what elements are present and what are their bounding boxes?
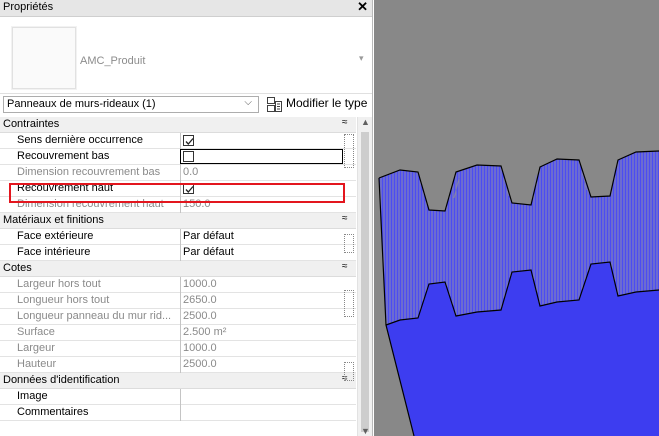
checkmark-icon (185, 138, 194, 145)
column-divider (180, 389, 181, 405)
property-row-face-interieure[interactable]: Face intérieure Par défaut (0, 245, 356, 261)
element-filter-value: Panneaux de murs-rideaux (1) (7, 98, 156, 110)
property-checkbox[interactable] (183, 151, 194, 162)
property-name: Dimension recouvrement bas (17, 166, 161, 178)
property-value[interactable]: Par défaut (183, 230, 234, 242)
resize-handle[interactable] (344, 362, 354, 381)
column-divider (180, 357, 181, 373)
category-label: Contraintes (3, 118, 60, 130)
column-divider (180, 277, 181, 293)
edit-type-icon (267, 97, 282, 112)
property-row-dimension-recouvrement-bas: Dimension recouvrement bas 0.0 (0, 165, 356, 181)
property-name: Surface (17, 326, 55, 338)
column-divider (180, 293, 181, 309)
property-row-commentaires[interactable]: Commentaires (0, 405, 356, 421)
property-value: 2500.0 (183, 310, 217, 322)
scroll-up-icon[interactable]: ▲ (361, 117, 370, 127)
property-name: Sens dernière occurrence (17, 134, 143, 146)
resize-handle[interactable] (344, 234, 354, 253)
property-name: Commentaires (17, 406, 89, 418)
category-label: Cotes (3, 262, 32, 274)
property-name: Recouvrement bas (17, 150, 110, 162)
column-divider (180, 245, 181, 261)
property-name: Face extérieure (17, 230, 94, 242)
property-row-hauteur: Hauteur 2500.0 (0, 357, 356, 373)
property-row-image[interactable]: Image (0, 389, 356, 405)
property-row-largeur-hors-tout: Largeur hors tout 1000.0 (0, 277, 356, 293)
column-divider (180, 325, 181, 341)
row-resize-handles (344, 117, 356, 436)
scrollbar-thumb[interactable] (361, 132, 369, 432)
property-name: Hauteur (17, 358, 57, 370)
panel-title: Propriétés (3, 1, 54, 13)
property-row-longueur-panneau-du-mur-rid: Longueur panneau du mur rid... 2500.0 (0, 309, 356, 325)
property-row-recouvrement-bas[interactable]: Recouvrement bas (0, 149, 356, 165)
column-divider (180, 229, 181, 245)
property-value: 2650.0 (183, 294, 217, 306)
properties-panel: Propriétés ✕ AMC_Produit ▾ Panneaux de m… (0, 0, 373, 436)
properties-grid: Contraintes ≈ Sens dernière occurrence Reco… (0, 117, 356, 421)
property-row-longueur-hors-tout: Longueur hors tout 2650.0 (0, 293, 356, 309)
property-row-surface: Surface 2.500 m² (0, 325, 356, 341)
category-contraintes[interactable]: Contraintes ≈ (0, 117, 356, 133)
scroll-down-icon[interactable]: ▼ (361, 426, 370, 436)
3d-viewport[interactable] (374, 0, 659, 436)
resize-handle[interactable] (344, 290, 354, 317)
property-name: Longueur hors tout (17, 294, 110, 306)
column-divider (180, 341, 181, 357)
type-selector[interactable]: AMC_Produit ▾ (0, 17, 372, 94)
property-value: 1000.0 (183, 342, 217, 354)
property-name: Largeur hors tout (17, 278, 101, 290)
property-value: 0.0 (183, 166, 199, 178)
close-icon[interactable]: ✕ (357, 0, 368, 15)
edit-type-label: Modifier le type (286, 96, 368, 110)
property-name: Face intérieure (17, 246, 91, 258)
chevron-down-icon[interactable]: ▾ (359, 53, 364, 64)
column-divider (180, 165, 181, 181)
property-value: 2.500 m² (183, 326, 227, 338)
property-value: 2500.0 (183, 358, 217, 370)
category-label: Données d'identification (3, 374, 120, 386)
category-cotes[interactable]: Cotes ≈ (0, 261, 356, 277)
type-name: AMC_Produit (80, 55, 146, 67)
column-divider (180, 309, 181, 325)
property-row-largeur: Largeur 1000.0 (0, 341, 356, 357)
property-name: Largeur (17, 342, 55, 354)
3d-view-canvas (374, 0, 659, 436)
type-thumbnail (12, 27, 76, 89)
column-divider (180, 133, 181, 149)
vertical-scrollbar[interactable]: ▲ ▼ (357, 117, 372, 436)
category-donnees-d-identification[interactable]: Données d'identification ≈ (0, 373, 356, 389)
property-value: 1000.0 (183, 278, 217, 290)
element-filter-dropdown[interactable]: Panneaux de murs-rideaux (1) ⌵ (3, 96, 259, 113)
active-cell-border (180, 149, 343, 164)
property-value[interactable]: Par défaut (183, 246, 234, 258)
highlight-annotation (9, 183, 345, 203)
resize-handle[interactable] (344, 134, 354, 168)
property-row-sens-derniere-occurrence[interactable]: Sens dernière occurrence (0, 133, 356, 149)
panel-titlebar: Propriétés ✕ (0, 0, 372, 17)
filter-row: Panneaux de murs-rideaux (1) ⌵ Modifier … (0, 95, 372, 115)
category-materiaux-et-finitions[interactable]: Matériaux et finitions ≈ (0, 213, 356, 229)
category-label: Matériaux et finitions (3, 214, 104, 226)
column-divider (180, 405, 181, 421)
property-name: Longueur panneau du mur rid... (17, 310, 172, 322)
property-name: Image (17, 390, 48, 402)
chevron-down-icon: ⌵ (244, 97, 252, 108)
property-checkbox[interactable] (183, 135, 194, 146)
property-row-face-exterieure[interactable]: Face extérieure Par défaut (0, 229, 356, 245)
